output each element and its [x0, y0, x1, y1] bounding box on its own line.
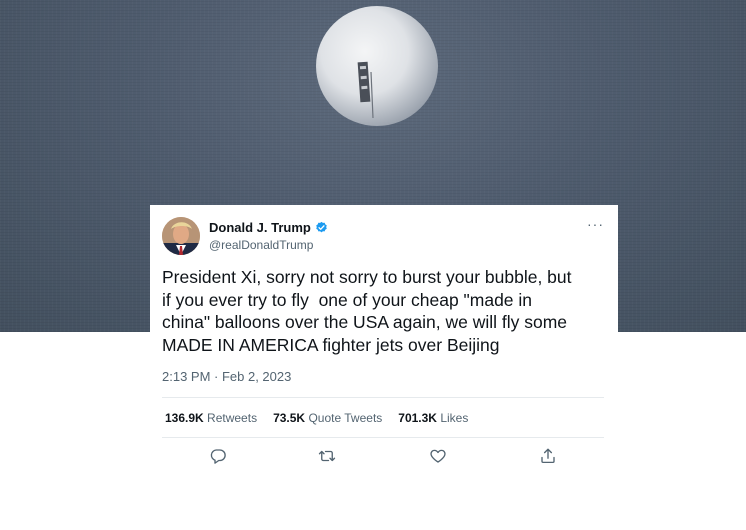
divider [162, 397, 604, 398]
avatar[interactable] [162, 217, 200, 255]
avatar-portrait-icon [162, 217, 200, 255]
tweet-text: President Xi, sorry not sorry to burst y… [162, 267, 572, 355]
quotes-count: 73.5K [273, 411, 306, 425]
balloon-image [316, 6, 438, 126]
retweets-count: 136.9K [165, 411, 204, 425]
reply-icon[interactable] [209, 447, 227, 465]
retweet-icon[interactable] [318, 447, 336, 465]
retweets-label: Retweets [207, 411, 258, 425]
likes-stat[interactable]: 701.3K Likes [398, 411, 468, 425]
share-icon[interactable] [539, 447, 557, 465]
more-options-icon[interactable]: ··· [587, 217, 604, 231]
engagement-stats: 136.9K Retweets 73.5K Quote Tweets 701.3… [165, 411, 484, 425]
divider [162, 437, 604, 438]
likes-count: 701.3K [398, 411, 437, 425]
like-icon[interactable] [429, 447, 447, 465]
author-name-row: Donald J. Trump [209, 220, 328, 235]
tweet-card: Donald J. Trump @realDonaldTrump ··· Pre… [150, 205, 618, 475]
retweets-stat[interactable]: 136.9K Retweets [165, 411, 257, 425]
tweet-actions [150, 445, 618, 469]
author-name[interactable]: Donald J. Trump [209, 220, 311, 235]
quote-tweets-stat[interactable]: 73.5K Quote Tweets [273, 411, 382, 425]
tweet-timestamp[interactable]: 2:13 PM · Feb 2, 2023 [162, 369, 291, 384]
verified-badge-icon [316, 221, 327, 233]
quotes-label: Quote Tweets [308, 411, 383, 425]
author-handle[interactable]: @realDonaldTrump [209, 238, 313, 252]
likes-label: Likes [440, 411, 469, 425]
